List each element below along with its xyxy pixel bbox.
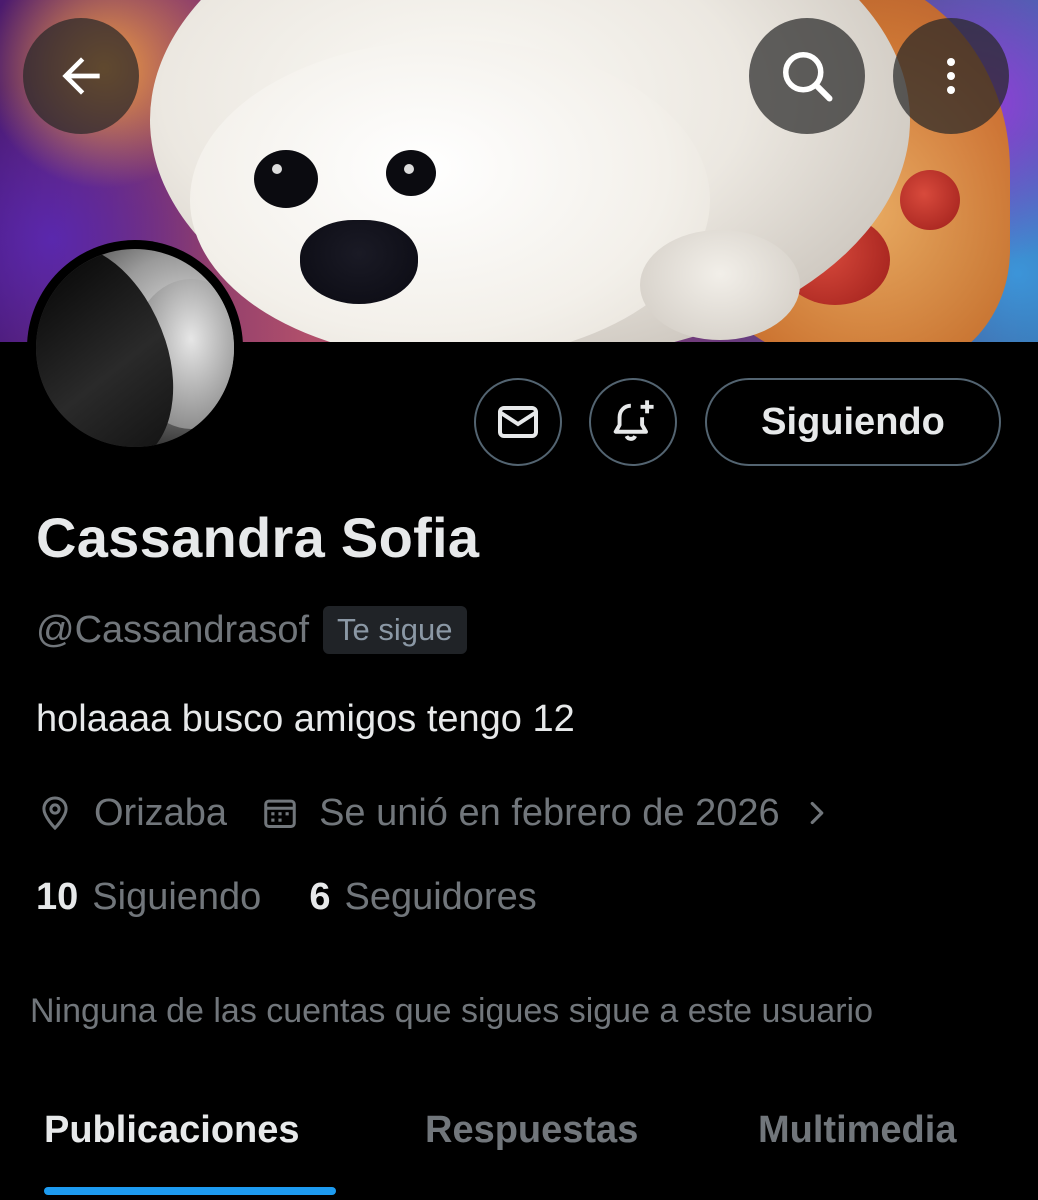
banner-pepperoni xyxy=(900,170,960,230)
bio: holaaaa busco amigos tengo 12 xyxy=(36,698,575,740)
follows-you-badge: Te sigue xyxy=(323,606,467,654)
follow-stats: 10 Siguiendo 6 Seguidores xyxy=(36,876,537,919)
profile-tabs: Publicaciones Respuestas Multimedia xyxy=(0,1085,1038,1200)
active-tab-indicator xyxy=(44,1187,336,1195)
following-label: Siguiendo xyxy=(92,876,262,918)
bell-plus-icon xyxy=(613,400,654,441)
arrow-left-icon xyxy=(62,57,100,95)
user-handle: @Cassandrasof xyxy=(36,608,310,651)
following-count: 10 xyxy=(36,876,79,918)
envelope-icon xyxy=(498,406,538,438)
avatar[interactable] xyxy=(27,240,243,456)
display-name: Cassandra Sofia xyxy=(36,506,480,569)
tab-respuestas[interactable]: Respuestas xyxy=(425,1109,638,1152)
more-vertical-icon xyxy=(947,58,955,94)
banner-seal-eye xyxy=(386,150,436,196)
banner-seal-nose xyxy=(300,220,418,304)
notifications-button[interactable] xyxy=(589,378,677,466)
joined-date[interactable]: Se unió en febrero de 2026 xyxy=(319,792,780,835)
handle-row: @Cassandrasof Te sigue xyxy=(36,606,467,654)
search-button[interactable] xyxy=(749,18,865,134)
tab-multimedia[interactable]: Multimedia xyxy=(758,1109,956,1152)
banner-seal-paw xyxy=(640,230,800,340)
following-stat[interactable]: 10 Siguiendo xyxy=(36,876,261,919)
message-button[interactable] xyxy=(474,378,562,466)
back-button[interactable] xyxy=(23,18,139,134)
avatar-image xyxy=(36,249,234,447)
followers-label: Seguidores xyxy=(344,876,537,918)
following-button[interactable]: Siguiendo xyxy=(705,378,1001,466)
banner-seal-eye xyxy=(254,150,318,208)
location-text: Orizaba xyxy=(94,791,228,834)
followers-count: 6 xyxy=(309,876,331,918)
more-options-button[interactable] xyxy=(893,18,1009,134)
search-icon xyxy=(783,52,833,102)
location-pin-icon xyxy=(42,796,68,831)
tab-publicaciones[interactable]: Publicaciones xyxy=(44,1109,300,1152)
calendar-icon xyxy=(264,799,296,828)
mutual-followers-note: Ninguna de las cuentas que sigues sigue … xyxy=(30,992,874,1030)
followers-stat[interactable]: 6 Seguidores xyxy=(309,876,536,919)
chevron-right-icon[interactable] xyxy=(802,794,832,832)
profile-meta: Orizaba Se unió en febrero de 2026 xyxy=(36,786,832,840)
